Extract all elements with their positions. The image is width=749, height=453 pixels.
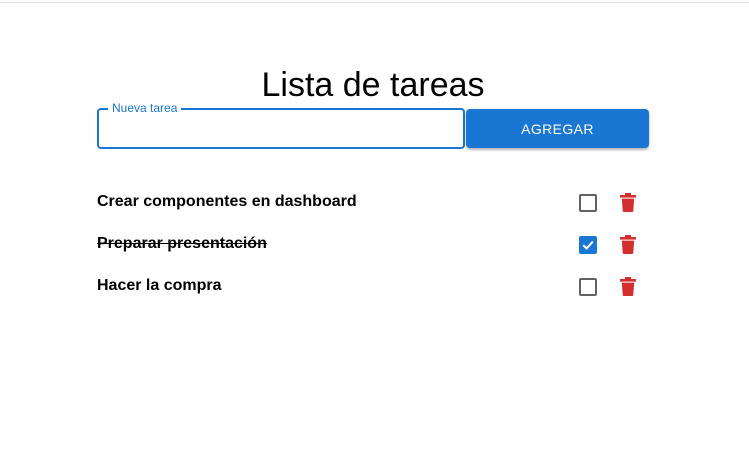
task-item: Crear componentes en dashboard: [97, 181, 647, 223]
task-text: Hacer la compra: [97, 277, 222, 294]
task-text: Preparar presentación: [97, 235, 267, 252]
task-complete-checkbox[interactable]: [579, 194, 597, 212]
new-task-input[interactable]: [99, 110, 463, 147]
task-complete-checkbox[interactable]: [579, 236, 597, 254]
new-task-field[interactable]: Nueva tarea: [97, 101, 465, 149]
add-task-button[interactable]: Agregar: [466, 109, 649, 148]
task-item: Hacer la compra: [97, 265, 647, 307]
task-complete-checkbox[interactable]: [579, 278, 597, 296]
task-list: Crear componentes en dashboard Preparar …: [97, 181, 647, 307]
trash-icon[interactable]: [620, 277, 636, 296]
task-item: Preparar presentación: [97, 223, 647, 265]
trash-icon[interactable]: [620, 235, 636, 254]
page-title: Lista de tareas: [261, 65, 485, 104]
top-divider: [0, 2, 749, 3]
check-icon: [582, 240, 594, 250]
task-text: Crear componentes en dashboard: [97, 193, 357, 210]
trash-icon[interactable]: [620, 193, 636, 212]
